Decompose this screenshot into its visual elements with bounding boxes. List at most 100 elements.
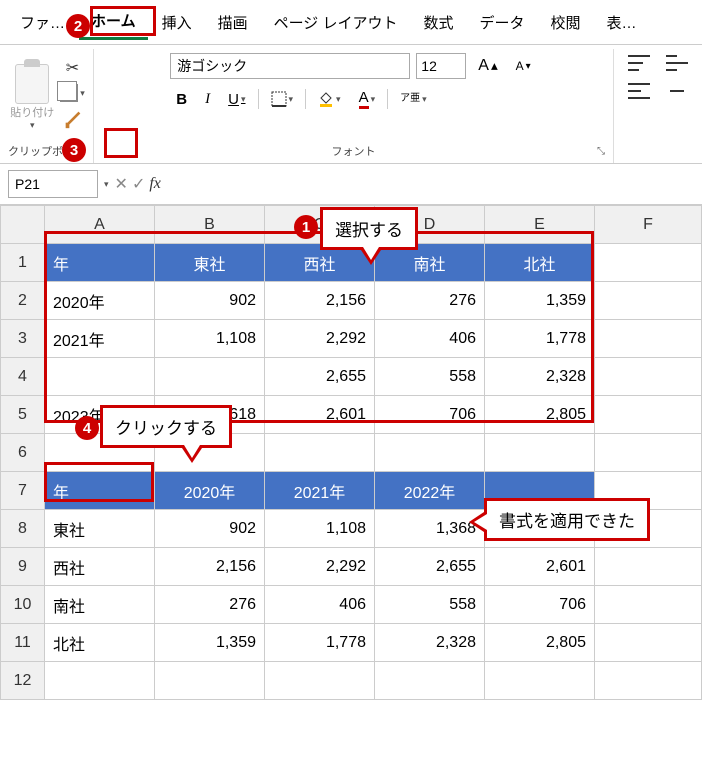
cell[interactable]: 1,359 <box>155 624 265 662</box>
grow-font-button[interactable]: A▴ <box>472 55 503 77</box>
cell[interactable]: 276 <box>155 586 265 624</box>
row-header[interactable]: 8 <box>1 510 45 548</box>
row-header[interactable]: 12 <box>1 662 45 700</box>
cell[interactable]: 東社 <box>155 244 265 282</box>
tab-draw[interactable]: 描画 <box>206 6 260 39</box>
cell[interactable] <box>595 548 702 586</box>
cell[interactable] <box>595 624 702 662</box>
cell[interactable]: 2,156 <box>155 548 265 586</box>
align-top-button[interactable] <box>622 53 656 73</box>
cell[interactable]: 2,292 <box>265 548 375 586</box>
worksheet[interactable]: A B C D E F 1 年 東社 西社 南社 北社 2 2020年 902 … <box>0 205 702 700</box>
cell[interactable]: 2021年 <box>265 472 375 510</box>
row-header[interactable]: 7 <box>1 472 45 510</box>
cancel-button[interactable]: ✕ <box>115 174 128 194</box>
cell[interactable] <box>595 396 702 434</box>
col-header-E[interactable]: E <box>485 206 595 244</box>
tab-review[interactable]: 校閲 <box>539 6 593 39</box>
enter-button[interactable]: ✓ <box>132 174 145 194</box>
cell[interactable]: 558 <box>375 586 485 624</box>
cell[interactable] <box>595 586 702 624</box>
cell[interactable] <box>595 320 702 358</box>
font-color-button[interactable]: A ▾ <box>353 87 382 111</box>
cell[interactable]: 706 <box>485 586 595 624</box>
cell[interactable]: 406 <box>265 586 375 624</box>
tab-view[interactable]: 表… <box>595 6 649 39</box>
cell[interactable]: 2,328 <box>375 624 485 662</box>
cell[interactable]: 2,805 <box>485 624 595 662</box>
cell[interactable] <box>595 662 702 700</box>
cell[interactable]: 276 <box>375 282 485 320</box>
col-header-F[interactable]: F <box>595 206 702 244</box>
row-header[interactable]: 5 <box>1 396 45 434</box>
shrink-font-button[interactable]: A▾ <box>510 57 537 75</box>
tab-page-layout[interactable]: ページ レイアウト <box>262 6 410 39</box>
cell[interactable] <box>595 244 702 282</box>
cell[interactable]: 東社 <box>45 510 155 548</box>
cell[interactable] <box>265 662 375 700</box>
cell[interactable]: 2,601 <box>265 396 375 434</box>
border-button[interactable]: ▾ <box>265 89 300 109</box>
cell[interactable] <box>45 358 155 396</box>
fill-color-button[interactable]: ▾ <box>312 89 347 109</box>
fx-button[interactable]: fx <box>149 175 161 193</box>
align-middle-button[interactable] <box>660 53 694 73</box>
cell[interactable]: 西社 <box>45 548 155 586</box>
cell[interactable]: 2020年 <box>155 472 265 510</box>
row-header[interactable]: 4 <box>1 358 45 396</box>
cell[interactable]: 1,108 <box>265 510 375 548</box>
cell[interactable]: 2,805 <box>485 396 595 434</box>
col-header-B[interactable]: B <box>155 206 265 244</box>
cell[interactable] <box>595 434 702 472</box>
col-header-A[interactable]: A <box>45 206 155 244</box>
phonetic-button[interactable]: ア亜 ▾ <box>394 92 433 106</box>
cell[interactable]: 706 <box>375 396 485 434</box>
cell[interactable]: 2,292 <box>265 320 375 358</box>
format-painter-button[interactable] <box>62 108 84 136</box>
tab-formulas[interactable]: 数式 <box>411 6 465 39</box>
cut-button[interactable]: ✂ <box>66 58 79 78</box>
font-name-select[interactable] <box>170 53 410 79</box>
cell[interactable]: 1,368 <box>375 510 485 548</box>
cell[interactable] <box>155 358 265 396</box>
tab-insert[interactable]: 挿入 <box>150 6 204 39</box>
cell[interactable] <box>155 662 265 700</box>
align-left-button[interactable] <box>622 81 656 101</box>
cell[interactable]: 1,108 <box>155 320 265 358</box>
cell[interactable]: 1,359 <box>485 282 595 320</box>
paste-button[interactable]: 貼り付け ▾ <box>8 62 56 133</box>
row-header[interactable]: 3 <box>1 320 45 358</box>
cell[interactable]: 南社 <box>45 586 155 624</box>
underline-button[interactable]: U ▾ <box>222 89 251 110</box>
cell[interactable]: 2,156 <box>265 282 375 320</box>
cell[interactable]: 北社 <box>45 624 155 662</box>
row-header[interactable]: 9 <box>1 548 45 586</box>
cell[interactable]: 2020年 <box>45 282 155 320</box>
cell[interactable] <box>595 358 702 396</box>
cell[interactable] <box>485 662 595 700</box>
cell[interactable] <box>485 434 595 472</box>
cell[interactable] <box>45 662 155 700</box>
cell[interactable]: 2,655 <box>265 358 375 396</box>
cell[interactable] <box>595 282 702 320</box>
cell[interactable]: 年 <box>45 244 155 282</box>
cell[interactable] <box>265 434 375 472</box>
cell[interactable] <box>375 662 485 700</box>
align-center-button[interactable] <box>660 81 694 101</box>
chevron-down-icon[interactable]: ▾ <box>104 179 109 190</box>
bold-button[interactable]: B <box>170 89 193 110</box>
name-box[interactable] <box>8 170 98 198</box>
cell[interactable]: 2,655 <box>375 548 485 586</box>
italic-button[interactable]: I <box>199 89 216 110</box>
cell[interactable]: 558 <box>375 358 485 396</box>
cell[interactable]: 2021年 <box>45 320 155 358</box>
cell[interactable]: 2,328 <box>485 358 595 396</box>
cell[interactable]: 406 <box>375 320 485 358</box>
dialog-launcher-icon[interactable]: ⤡ <box>597 146 605 157</box>
copy-button[interactable]: ▾ <box>60 84 85 102</box>
cell[interactable] <box>375 434 485 472</box>
row-header[interactable]: 2 <box>1 282 45 320</box>
cell[interactable]: 年 <box>45 472 155 510</box>
row-header[interactable]: 1 <box>1 244 45 282</box>
row-header[interactable]: 11 <box>1 624 45 662</box>
